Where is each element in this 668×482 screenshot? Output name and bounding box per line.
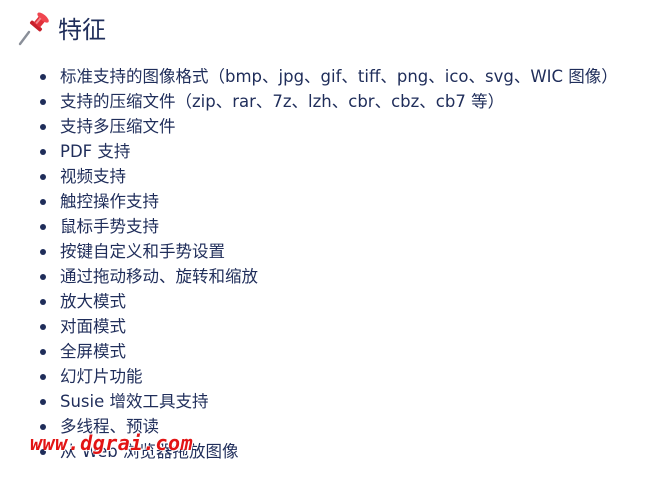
- bullet-icon: [40, 324, 46, 330]
- list-item: 按键自定义和手势设置: [36, 239, 618, 264]
- list-item-text: 幻灯片功能: [60, 367, 143, 386]
- list-item: 幻灯片功能: [36, 364, 618, 389]
- bullet-icon: [40, 399, 46, 405]
- bullet-icon: [40, 74, 46, 80]
- bullet-icon: [40, 424, 46, 430]
- list-item-text: 放大模式: [60, 292, 126, 311]
- list-item: 全屏模式: [36, 339, 618, 364]
- list-item-text: 按键自定义和手势设置: [60, 242, 225, 261]
- list-item: 支持的压缩文件（zip、rar、7z、lzh、cbr、cbz、cb7 等）: [36, 89, 618, 114]
- list-item: PDF 支持: [36, 139, 618, 164]
- bullet-icon: [40, 124, 46, 130]
- section-heading: 特征: [12, 8, 106, 52]
- list-item-text: 通过拖动移动、旋转和缩放: [60, 267, 258, 286]
- list-item-text: PDF 支持: [60, 142, 131, 161]
- list-item: 鼠标手势支持: [36, 214, 618, 239]
- bullet-icon: [40, 224, 46, 230]
- page-title: 特征: [58, 16, 106, 44]
- list-item: 支持多压缩文件: [36, 114, 618, 139]
- bullet-icon: [40, 374, 46, 380]
- list-item-text: 全屏模式: [60, 342, 126, 361]
- watermark: www.dgrai.com: [30, 431, 194, 455]
- list-item: 放大模式: [36, 289, 618, 314]
- list-item: 通过拖动移动、旋转和缩放: [36, 264, 618, 289]
- list-item: Susie 增效工具支持: [36, 389, 618, 414]
- list-item: 标准支持的图像格式（bmp、jpg、gif、tiff、png、ico、svg、W…: [36, 64, 618, 89]
- bullet-icon: [40, 174, 46, 180]
- list-item-text: Susie 增效工具支持: [60, 392, 209, 411]
- bullet-icon: [40, 299, 46, 305]
- bullet-icon: [40, 274, 46, 280]
- list-item-text: 鼠标手势支持: [60, 217, 159, 236]
- list-item-text: 支持的压缩文件（zip、rar、7z、lzh、cbr、cbz、cb7 等）: [60, 92, 505, 111]
- feature-list: 标准支持的图像格式（bmp、jpg、gif、tiff、png、ico、svg、W…: [36, 64, 618, 464]
- bullet-icon: [40, 99, 46, 105]
- list-item-text: 对面模式: [60, 317, 126, 336]
- list-item: 视频支持: [36, 164, 618, 189]
- bullet-icon: [40, 149, 46, 155]
- document-page: 特征 标准支持的图像格式（bmp、jpg、gif、tiff、png、ico、sv…: [0, 0, 668, 482]
- pushpin-icon: [12, 10, 52, 50]
- list-item-text: 支持多压缩文件: [60, 117, 176, 136]
- list-item-text: 视频支持: [60, 167, 126, 186]
- list-item: 触控操作支持: [36, 189, 618, 214]
- list-item-text: 触控操作支持: [60, 192, 159, 211]
- list-item-text: 标准支持的图像格式（bmp、jpg、gif、tiff、png、ico、svg、W…: [60, 67, 618, 86]
- bullet-icon: [40, 249, 46, 255]
- list-item: 对面模式: [36, 314, 618, 339]
- bullet-icon: [40, 349, 46, 355]
- bullet-icon: [40, 199, 46, 205]
